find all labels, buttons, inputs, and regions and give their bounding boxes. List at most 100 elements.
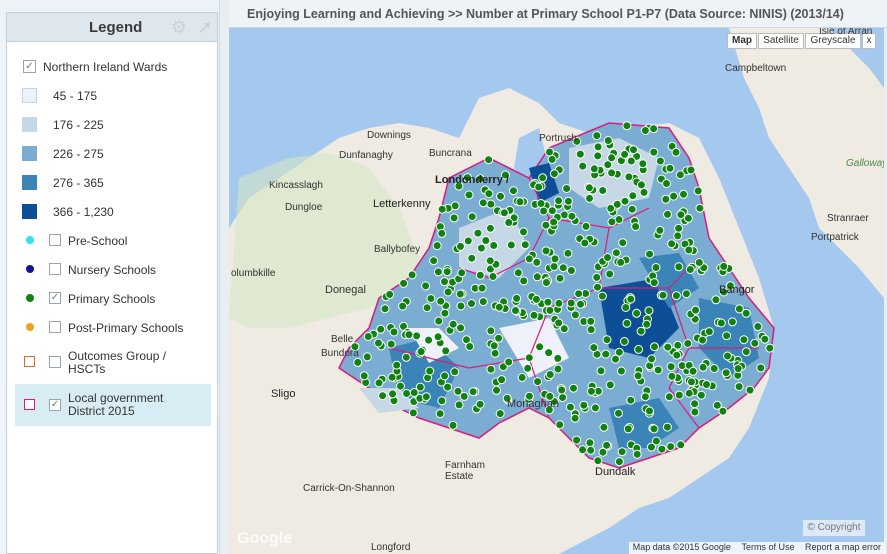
report-map-error-link[interactable]: Report a map error	[805, 542, 881, 552]
primary-school-marker[interactable]	[624, 172, 634, 182]
primary-school-marker[interactable]	[519, 276, 529, 286]
primary-school-marker[interactable]	[611, 248, 621, 258]
primary-school-marker[interactable]	[407, 270, 417, 280]
primary-school-marker[interactable]	[599, 422, 609, 432]
primary-school-marker[interactable]	[490, 348, 500, 358]
primary-school-marker[interactable]	[362, 352, 372, 362]
map-type-map-button[interactable]: Map	[727, 33, 757, 49]
primary-school-marker[interactable]	[454, 400, 464, 410]
primary-school-marker[interactable]	[756, 363, 766, 373]
primary-school-marker[interactable]	[745, 385, 755, 395]
primary-school-marker[interactable]	[373, 338, 383, 348]
primary-school-marker[interactable]	[440, 371, 450, 381]
primary-school-marker[interactable]	[376, 324, 386, 334]
primary-school-marker[interactable]	[618, 238, 628, 248]
primary-school-marker[interactable]	[626, 294, 636, 304]
primary-school-marker[interactable]	[456, 241, 465, 251]
primary-school-marker[interactable]	[433, 267, 443, 277]
primary-school-marker[interactable]	[566, 266, 576, 275]
primary-school-marker[interactable]	[619, 337, 629, 346]
primary-school-marker[interactable]	[734, 382, 744, 392]
primary-school-marker[interactable]	[623, 424, 633, 434]
primary-school-marker[interactable]	[605, 269, 615, 279]
primary-school-marker[interactable]	[592, 272, 602, 282]
primary-school-marker[interactable]	[584, 183, 594, 193]
primary-school-marker[interactable]	[392, 360, 402, 370]
primary-school-marker[interactable]	[575, 149, 585, 159]
primary-school-marker[interactable]	[421, 392, 431, 402]
primary-school-marker[interactable]	[494, 302, 504, 312]
primary-school-marker[interactable]	[457, 268, 467, 278]
primary-school-marker[interactable]	[529, 310, 539, 320]
primary-school-marker[interactable]	[359, 371, 369, 381]
pre-school-checkbox[interactable]	[49, 234, 61, 246]
primary-school-marker[interactable]	[622, 121, 632, 131]
copyright-button[interactable]: © Copyright	[803, 520, 865, 536]
primary-school-marker[interactable]	[620, 196, 630, 206]
primary-school-marker[interactable]	[626, 395, 636, 405]
primary-school-marker[interactable]	[478, 297, 488, 307]
primary-school-marker[interactable]	[396, 381, 405, 391]
primary-school-marker[interactable]	[672, 350, 682, 360]
primary-school-marker[interactable]	[486, 199, 496, 209]
terms-of-use-link[interactable]: Terms of Use	[741, 542, 794, 552]
primary-school-marker[interactable]	[385, 289, 395, 299]
primary-school-marker[interactable]	[557, 385, 567, 395]
primary-school-marker[interactable]	[592, 131, 602, 141]
post-primary-checkbox[interactable]	[49, 321, 61, 333]
primary-school-marker[interactable]	[673, 340, 683, 350]
primary-school-marker[interactable]	[639, 187, 649, 197]
pin-icon[interactable]: ➚	[195, 17, 215, 37]
primary-school-marker[interactable]	[760, 334, 770, 344]
primary-school-marker[interactable]	[416, 347, 426, 357]
primary-school-marker[interactable]	[448, 319, 458, 329]
primary-school-marker[interactable]	[658, 290, 668, 300]
primary-school-marker[interactable]	[667, 371, 677, 381]
primary-school-marker[interactable]	[426, 294, 436, 303]
primary-school-marker[interactable]	[473, 228, 483, 238]
primary-school-marker[interactable]	[674, 223, 684, 233]
primary-school-marker[interactable]	[467, 253, 477, 263]
primary-school-marker[interactable]	[693, 186, 703, 196]
primary-school-marker[interactable]	[553, 353, 563, 363]
primary-school-marker[interactable]	[602, 440, 612, 450]
primary-school-marker[interactable]	[741, 308, 751, 318]
primary-school-marker[interactable]	[667, 239, 677, 249]
primary-school-marker[interactable]	[634, 344, 644, 354]
primary-school-marker[interactable]	[645, 406, 654, 416]
primary-school-marker[interactable]	[386, 339, 396, 349]
primary-school-marker[interactable]	[512, 293, 522, 303]
primary-school-marker[interactable]	[650, 342, 659, 352]
map-canvas[interactable]: Map Satellite Greyscale x Campbeltown Is…	[229, 28, 884, 554]
primary-school-marker[interactable]	[585, 438, 595, 448]
primary-school-marker[interactable]	[549, 169, 559, 179]
primary-school-marker[interactable]	[467, 212, 477, 222]
primary-school-marker[interactable]	[674, 262, 684, 272]
primary-school-marker[interactable]	[534, 182, 544, 192]
primary-school-marker[interactable]	[425, 366, 435, 376]
primary-school-marker[interactable]	[563, 248, 573, 258]
gear-icon[interactable]: ⚙	[169, 17, 189, 37]
primary-school-marker[interactable]	[506, 240, 516, 250]
primary-school-marker[interactable]	[632, 449, 642, 459]
primary-school-marker[interactable]	[492, 385, 501, 395]
primary-school-marker[interactable]	[434, 316, 444, 326]
primary-school-marker[interactable]	[642, 319, 652, 329]
primary-school-marker[interactable]	[684, 388, 694, 398]
primary-school-marker[interactable]	[399, 278, 409, 288]
primary-school-marker[interactable]	[504, 218, 514, 227]
primary-school-marker[interactable]	[524, 254, 534, 264]
primary-school-marker[interactable]	[432, 241, 442, 251]
primary-school-marker[interactable]	[576, 299, 585, 309]
primary-school-marker[interactable]	[666, 442, 676, 452]
primary-school-marker[interactable]	[496, 191, 505, 201]
primary-school-marker[interactable]	[655, 225, 665, 235]
primary-school-marker[interactable]	[555, 420, 565, 430]
primary-school-marker[interactable]	[646, 442, 656, 452]
primary-school-marker[interactable]	[478, 198, 488, 208]
primary-school-marker[interactable]	[578, 161, 588, 171]
primary-school-marker[interactable]	[532, 272, 542, 282]
primary-school-marker[interactable]	[550, 254, 560, 264]
primary-school-marker[interactable]	[628, 191, 638, 201]
primary-school-marker[interactable]	[504, 357, 514, 367]
